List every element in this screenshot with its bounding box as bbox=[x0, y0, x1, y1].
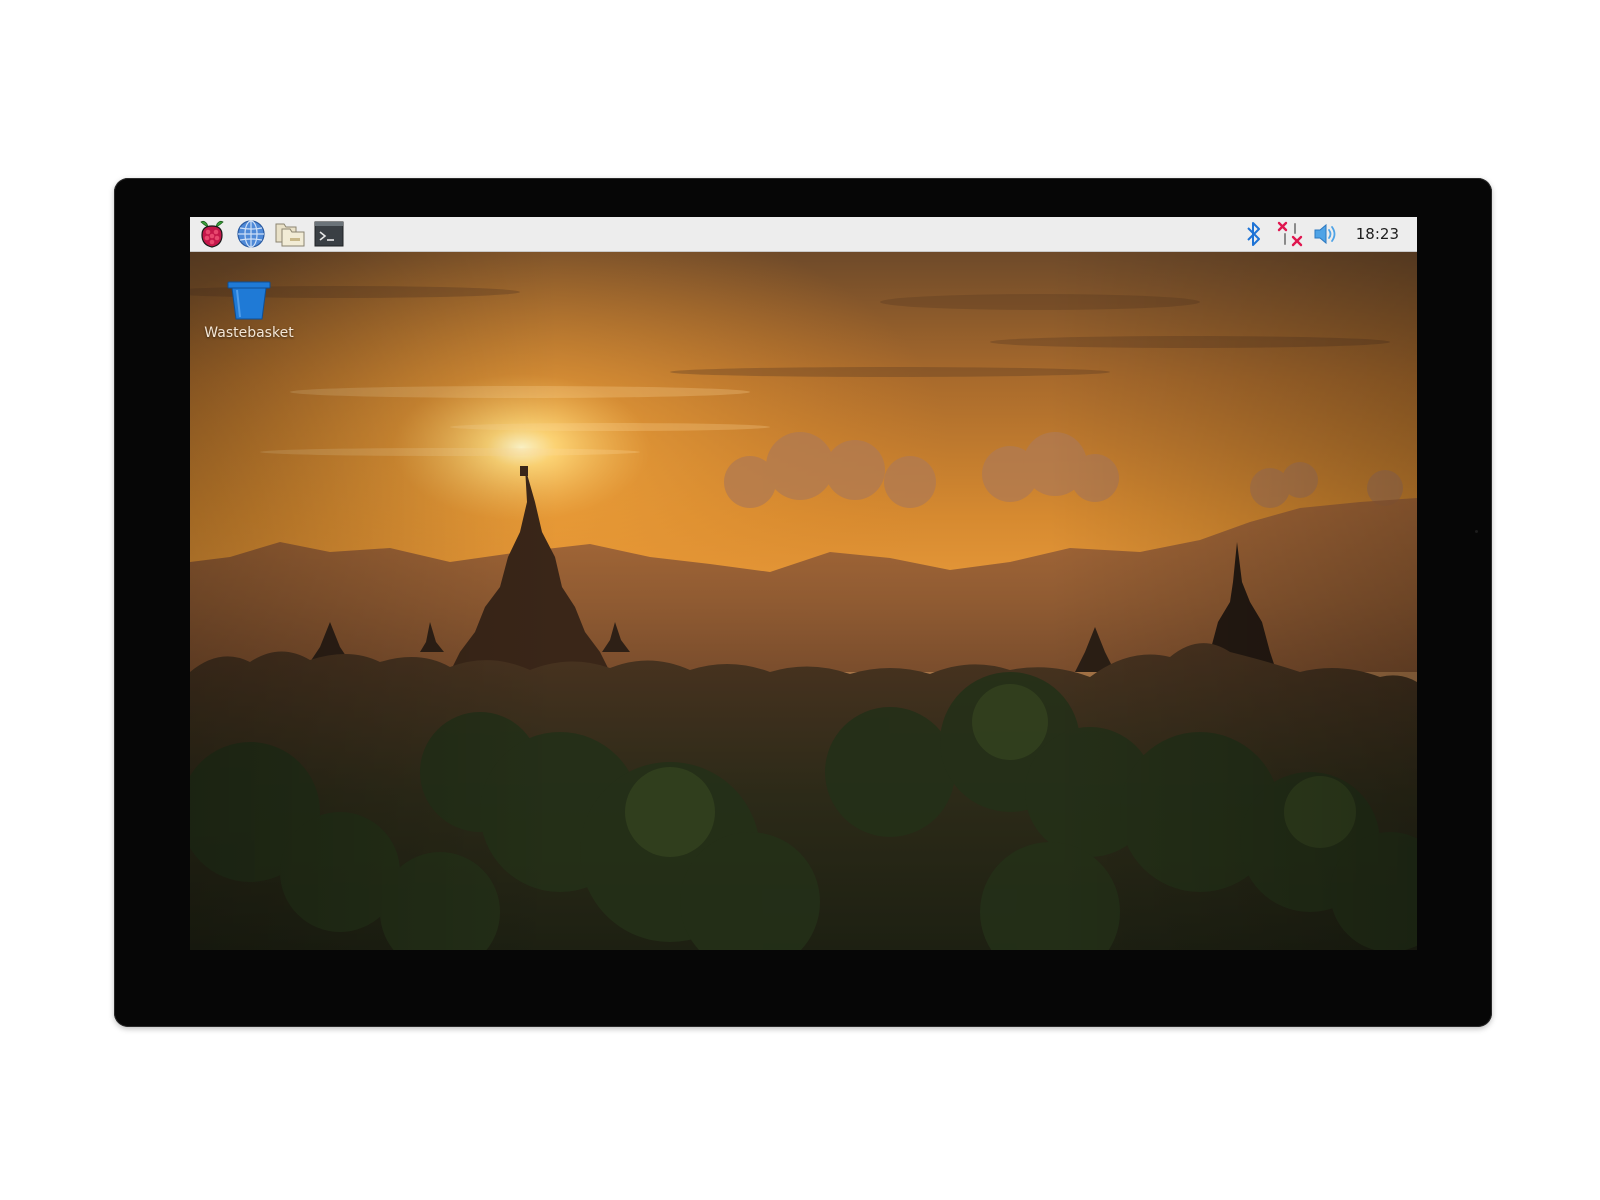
network-button[interactable] bbox=[1274, 218, 1306, 250]
folders-icon bbox=[275, 223, 305, 247]
wastebasket-icon bbox=[227, 281, 271, 320]
desktop-icon-wastebasket[interactable]: Wastebasket bbox=[202, 281, 296, 341]
display-bezel: 18:23 Wastebasket bbox=[114, 178, 1492, 1027]
file-manager-button[interactable] bbox=[273, 218, 307, 250]
web-browser-button[interactable] bbox=[234, 218, 268, 250]
volume-button[interactable] bbox=[1310, 218, 1342, 250]
desktop-icon-label: Wastebasket bbox=[204, 325, 294, 341]
raspberry-icon bbox=[200, 220, 224, 248]
bezel-sensor bbox=[1475, 530, 1478, 533]
system-tray: 18:23 bbox=[1234, 217, 1417, 252]
terminal-icon bbox=[314, 221, 344, 247]
launcher-area bbox=[190, 217, 351, 252]
desktop-wallpaper bbox=[190, 252, 1417, 950]
taskbar: 18:23 bbox=[190, 217, 1417, 252]
volume-icon bbox=[1314, 223, 1336, 245]
bluetooth-button[interactable] bbox=[1238, 218, 1270, 250]
clock[interactable]: 18:23 bbox=[1356, 225, 1399, 243]
main-menu-button[interactable] bbox=[195, 218, 229, 250]
bluetooth-icon bbox=[1247, 222, 1260, 246]
globe-icon bbox=[237, 220, 265, 248]
terminal-button[interactable] bbox=[312, 218, 346, 250]
network-disconnected-icon bbox=[1277, 221, 1302, 247]
desktop-screen: 18:23 Wastebasket bbox=[190, 217, 1417, 950]
